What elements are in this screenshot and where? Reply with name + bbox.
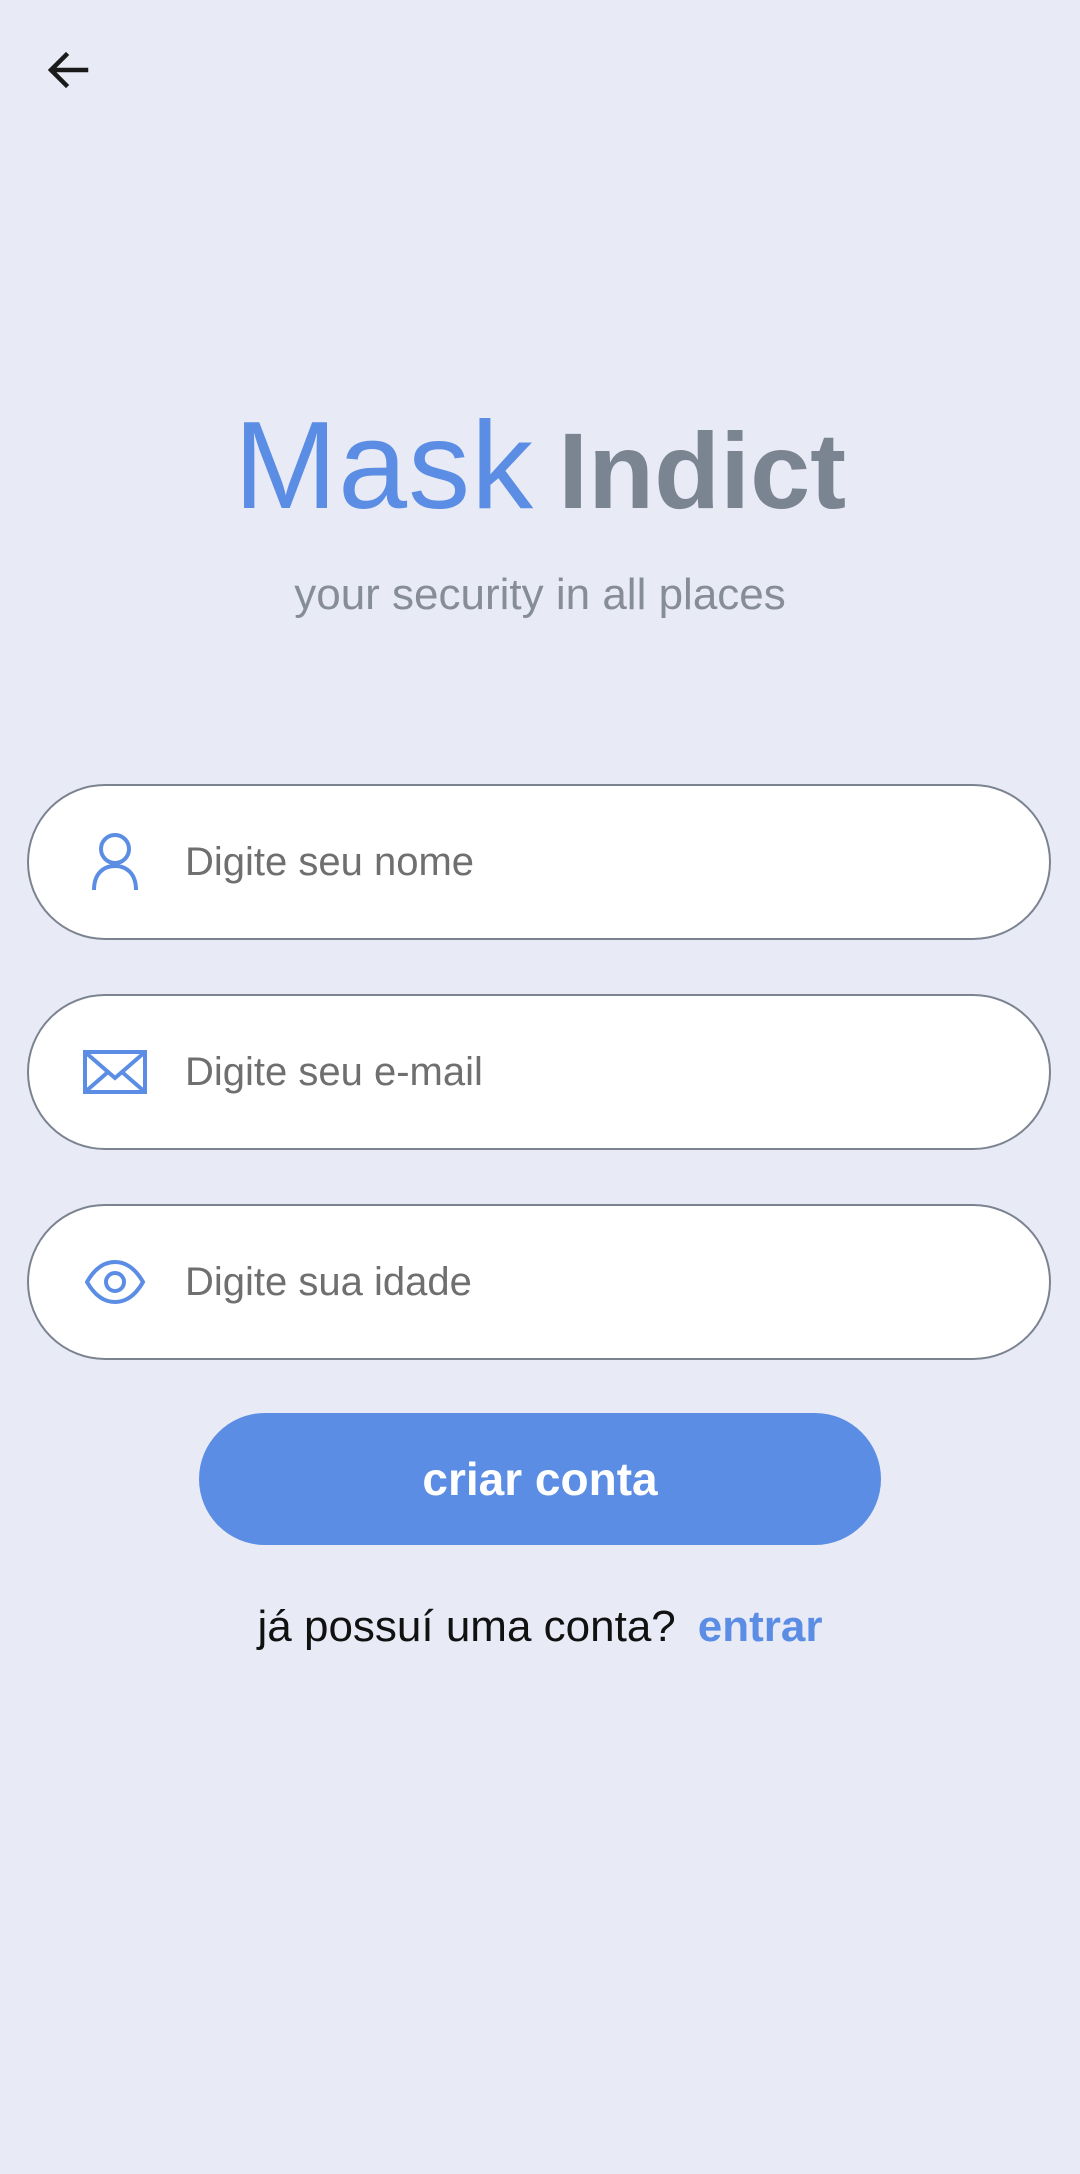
login-prompt-row: já possuí uma conta? entrar [0, 1602, 1080, 1652]
email-input[interactable] [183, 1048, 1007, 1096]
age-input[interactable] [183, 1258, 1007, 1306]
name-input[interactable] [183, 838, 1007, 886]
age-field[interactable] [27, 1204, 1051, 1360]
mail-icon [83, 1040, 147, 1104]
arrow-left-icon [44, 46, 92, 99]
person-icon [83, 830, 147, 894]
app-logo-title: Mask Indict [0, 395, 1080, 537]
login-link[interactable]: entrar [698, 1602, 823, 1651]
create-account-button[interactable]: criar conta [199, 1413, 881, 1545]
brand-indict-text: Indict [558, 410, 847, 531]
login-prompt-text: já possuí uma conta? [257, 1602, 676, 1651]
tagline: your security in all places [294, 570, 786, 619]
name-field[interactable] [27, 784, 1051, 940]
brand-mask-text: Mask [233, 397, 535, 535]
eye-icon [83, 1250, 147, 1314]
back-button[interactable] [40, 44, 96, 100]
email-field[interactable] [27, 994, 1051, 1150]
